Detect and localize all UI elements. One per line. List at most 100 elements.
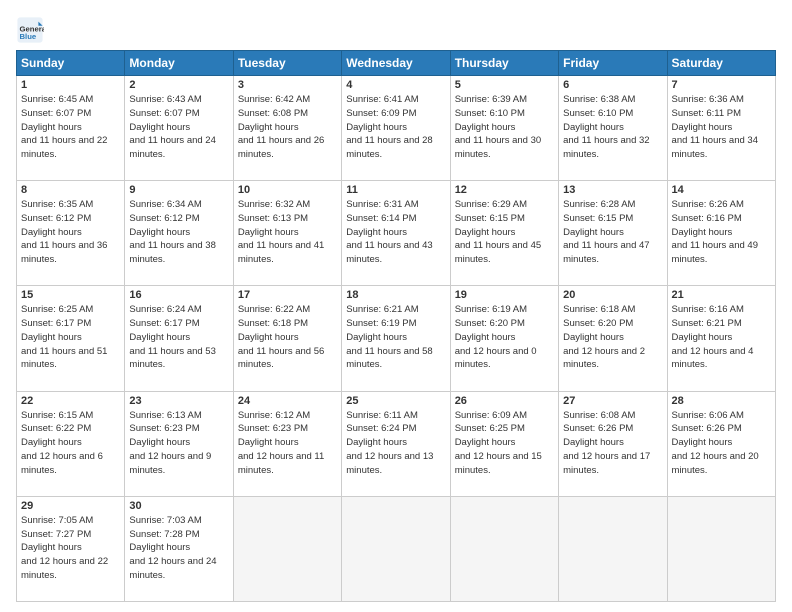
logo: General Blue — [16, 16, 48, 44]
day-info: Sunrise: 6:26 AMSunset: 6:16 PMDaylight … — [672, 198, 771, 267]
calendar-cell — [342, 496, 450, 601]
day-number: 21 — [672, 289, 771, 301]
calendar-cell: 7 Sunrise: 6:36 AMSunset: 6:11 PMDayligh… — [667, 76, 775, 181]
calendar-cell: 21 Sunrise: 6:16 AMSunset: 6:21 PMDaylig… — [667, 286, 775, 391]
calendar-cell: 23 Sunrise: 6:13 AMSunset: 6:23 PMDaylig… — [125, 391, 233, 496]
calendar-cell: 19 Sunrise: 6:19 AMSunset: 6:20 PMDaylig… — [450, 286, 558, 391]
day-number: 19 — [455, 289, 554, 301]
day-info: Sunrise: 6:19 AMSunset: 6:20 PMDaylight … — [455, 303, 554, 372]
calendar-cell: 14 Sunrise: 6:26 AMSunset: 6:16 PMDaylig… — [667, 181, 775, 286]
calendar-cell — [667, 496, 775, 601]
calendar-cell: 12 Sunrise: 6:29 AMSunset: 6:15 PMDaylig… — [450, 181, 558, 286]
calendar-row: 15 Sunrise: 6:25 AMSunset: 6:17 PMDaylig… — [17, 286, 776, 391]
day-info: Sunrise: 6:38 AMSunset: 6:10 PMDaylight … — [563, 93, 662, 162]
day-info: Sunrise: 6:32 AMSunset: 6:13 PMDaylight … — [238, 198, 337, 267]
calendar-cell: 4 Sunrise: 6:41 AMSunset: 6:09 PMDayligh… — [342, 76, 450, 181]
day-number: 23 — [129, 395, 228, 407]
day-info: Sunrise: 6:13 AMSunset: 6:23 PMDaylight … — [129, 409, 228, 478]
day-number: 5 — [455, 79, 554, 91]
day-info: Sunrise: 6:18 AMSunset: 6:20 PMDaylight … — [563, 303, 662, 372]
calendar-cell: 5 Sunrise: 6:39 AMSunset: 6:10 PMDayligh… — [450, 76, 558, 181]
weekday-header: Sunday — [17, 51, 125, 76]
calendar-cell: 26 Sunrise: 6:09 AMSunset: 6:25 PMDaylig… — [450, 391, 558, 496]
calendar-cell: 28 Sunrise: 6:06 AMSunset: 6:26 PMDaylig… — [667, 391, 775, 496]
day-info: Sunrise: 6:45 AMSunset: 6:07 PMDaylight … — [21, 93, 120, 162]
day-number: 24 — [238, 395, 337, 407]
weekday-header-row: SundayMondayTuesdayWednesdayThursdayFrid… — [17, 51, 776, 76]
day-info: Sunrise: 6:16 AMSunset: 6:21 PMDaylight … — [672, 303, 771, 372]
day-number: 2 — [129, 79, 228, 91]
day-number: 3 — [238, 79, 337, 91]
day-number: 1 — [21, 79, 120, 91]
day-number: 25 — [346, 395, 445, 407]
day-info: Sunrise: 6:42 AMSunset: 6:08 PMDaylight … — [238, 93, 337, 162]
calendar-cell: 3 Sunrise: 6:42 AMSunset: 6:08 PMDayligh… — [233, 76, 341, 181]
calendar-cell: 10 Sunrise: 6:32 AMSunset: 6:13 PMDaylig… — [233, 181, 341, 286]
calendar-cell: 24 Sunrise: 6:12 AMSunset: 6:23 PMDaylig… — [233, 391, 341, 496]
day-number: 26 — [455, 395, 554, 407]
weekday-header: Monday — [125, 51, 233, 76]
calendar-cell: 9 Sunrise: 6:34 AMSunset: 6:12 PMDayligh… — [125, 181, 233, 286]
calendar-cell — [233, 496, 341, 601]
day-info: Sunrise: 6:22 AMSunset: 6:18 PMDaylight … — [238, 303, 337, 372]
calendar-cell: 15 Sunrise: 6:25 AMSunset: 6:17 PMDaylig… — [17, 286, 125, 391]
weekday-header: Tuesday — [233, 51, 341, 76]
calendar-cell: 13 Sunrise: 6:28 AMSunset: 6:15 PMDaylig… — [559, 181, 667, 286]
calendar-cell: 22 Sunrise: 6:15 AMSunset: 6:22 PMDaylig… — [17, 391, 125, 496]
weekday-header: Friday — [559, 51, 667, 76]
calendar-cell: 30 Sunrise: 7:03 AMSunset: 7:28 PMDaylig… — [125, 496, 233, 601]
page: General Blue SundayMondayTuesdayWednesda… — [0, 0, 792, 612]
calendar-cell: 6 Sunrise: 6:38 AMSunset: 6:10 PMDayligh… — [559, 76, 667, 181]
day-info: Sunrise: 6:34 AMSunset: 6:12 PMDaylight … — [129, 198, 228, 267]
header: General Blue — [16, 12, 776, 44]
day-number: 7 — [672, 79, 771, 91]
day-info: Sunrise: 6:24 AMSunset: 6:17 PMDaylight … — [129, 303, 228, 372]
day-info: Sunrise: 7:05 AMSunset: 7:27 PMDaylight … — [21, 514, 120, 583]
day-number: 18 — [346, 289, 445, 301]
calendar-cell: 16 Sunrise: 6:24 AMSunset: 6:17 PMDaylig… — [125, 286, 233, 391]
day-number: 12 — [455, 184, 554, 196]
day-info: Sunrise: 6:35 AMSunset: 6:12 PMDaylight … — [21, 198, 120, 267]
day-info: Sunrise: 6:28 AMSunset: 6:15 PMDaylight … — [563, 198, 662, 267]
calendar-table: SundayMondayTuesdayWednesdayThursdayFrid… — [16, 50, 776, 602]
calendar-cell: 27 Sunrise: 6:08 AMSunset: 6:26 PMDaylig… — [559, 391, 667, 496]
day-info: Sunrise: 6:21 AMSunset: 6:19 PMDaylight … — [346, 303, 445, 372]
day-number: 8 — [21, 184, 120, 196]
weekday-header: Thursday — [450, 51, 558, 76]
svg-text:Blue: Blue — [20, 32, 37, 41]
day-number: 29 — [21, 500, 120, 512]
day-info: Sunrise: 6:15 AMSunset: 6:22 PMDaylight … — [21, 409, 120, 478]
day-number: 6 — [563, 79, 662, 91]
calendar-cell: 17 Sunrise: 6:22 AMSunset: 6:18 PMDaylig… — [233, 286, 341, 391]
day-info: Sunrise: 6:12 AMSunset: 6:23 PMDaylight … — [238, 409, 337, 478]
day-info: Sunrise: 6:29 AMSunset: 6:15 PMDaylight … — [455, 198, 554, 267]
day-info: Sunrise: 6:43 AMSunset: 6:07 PMDaylight … — [129, 93, 228, 162]
calendar-row: 29 Sunrise: 7:05 AMSunset: 7:27 PMDaylig… — [17, 496, 776, 601]
day-number: 20 — [563, 289, 662, 301]
calendar-cell: 29 Sunrise: 7:05 AMSunset: 7:27 PMDaylig… — [17, 496, 125, 601]
calendar-cell — [559, 496, 667, 601]
weekday-header: Wednesday — [342, 51, 450, 76]
day-number: 10 — [238, 184, 337, 196]
day-info: Sunrise: 6:11 AMSunset: 6:24 PMDaylight … — [346, 409, 445, 478]
day-info: Sunrise: 6:25 AMSunset: 6:17 PMDaylight … — [21, 303, 120, 372]
day-info: Sunrise: 6:09 AMSunset: 6:25 PMDaylight … — [455, 409, 554, 478]
calendar-row: 1 Sunrise: 6:45 AMSunset: 6:07 PMDayligh… — [17, 76, 776, 181]
day-info: Sunrise: 6:31 AMSunset: 6:14 PMDaylight … — [346, 198, 445, 267]
calendar-cell: 11 Sunrise: 6:31 AMSunset: 6:14 PMDaylig… — [342, 181, 450, 286]
day-number: 16 — [129, 289, 228, 301]
calendar-row: 22 Sunrise: 6:15 AMSunset: 6:22 PMDaylig… — [17, 391, 776, 496]
day-info: Sunrise: 6:41 AMSunset: 6:09 PMDaylight … — [346, 93, 445, 162]
day-number: 15 — [21, 289, 120, 301]
day-number: 11 — [346, 184, 445, 196]
day-info: Sunrise: 6:36 AMSunset: 6:11 PMDaylight … — [672, 93, 771, 162]
calendar-cell: 20 Sunrise: 6:18 AMSunset: 6:20 PMDaylig… — [559, 286, 667, 391]
day-info: Sunrise: 6:08 AMSunset: 6:26 PMDaylight … — [563, 409, 662, 478]
day-number: 22 — [21, 395, 120, 407]
day-number: 17 — [238, 289, 337, 301]
day-number: 9 — [129, 184, 228, 196]
day-info: Sunrise: 6:06 AMSunset: 6:26 PMDaylight … — [672, 409, 771, 478]
calendar-cell: 1 Sunrise: 6:45 AMSunset: 6:07 PMDayligh… — [17, 76, 125, 181]
day-number: 30 — [129, 500, 228, 512]
day-number: 4 — [346, 79, 445, 91]
